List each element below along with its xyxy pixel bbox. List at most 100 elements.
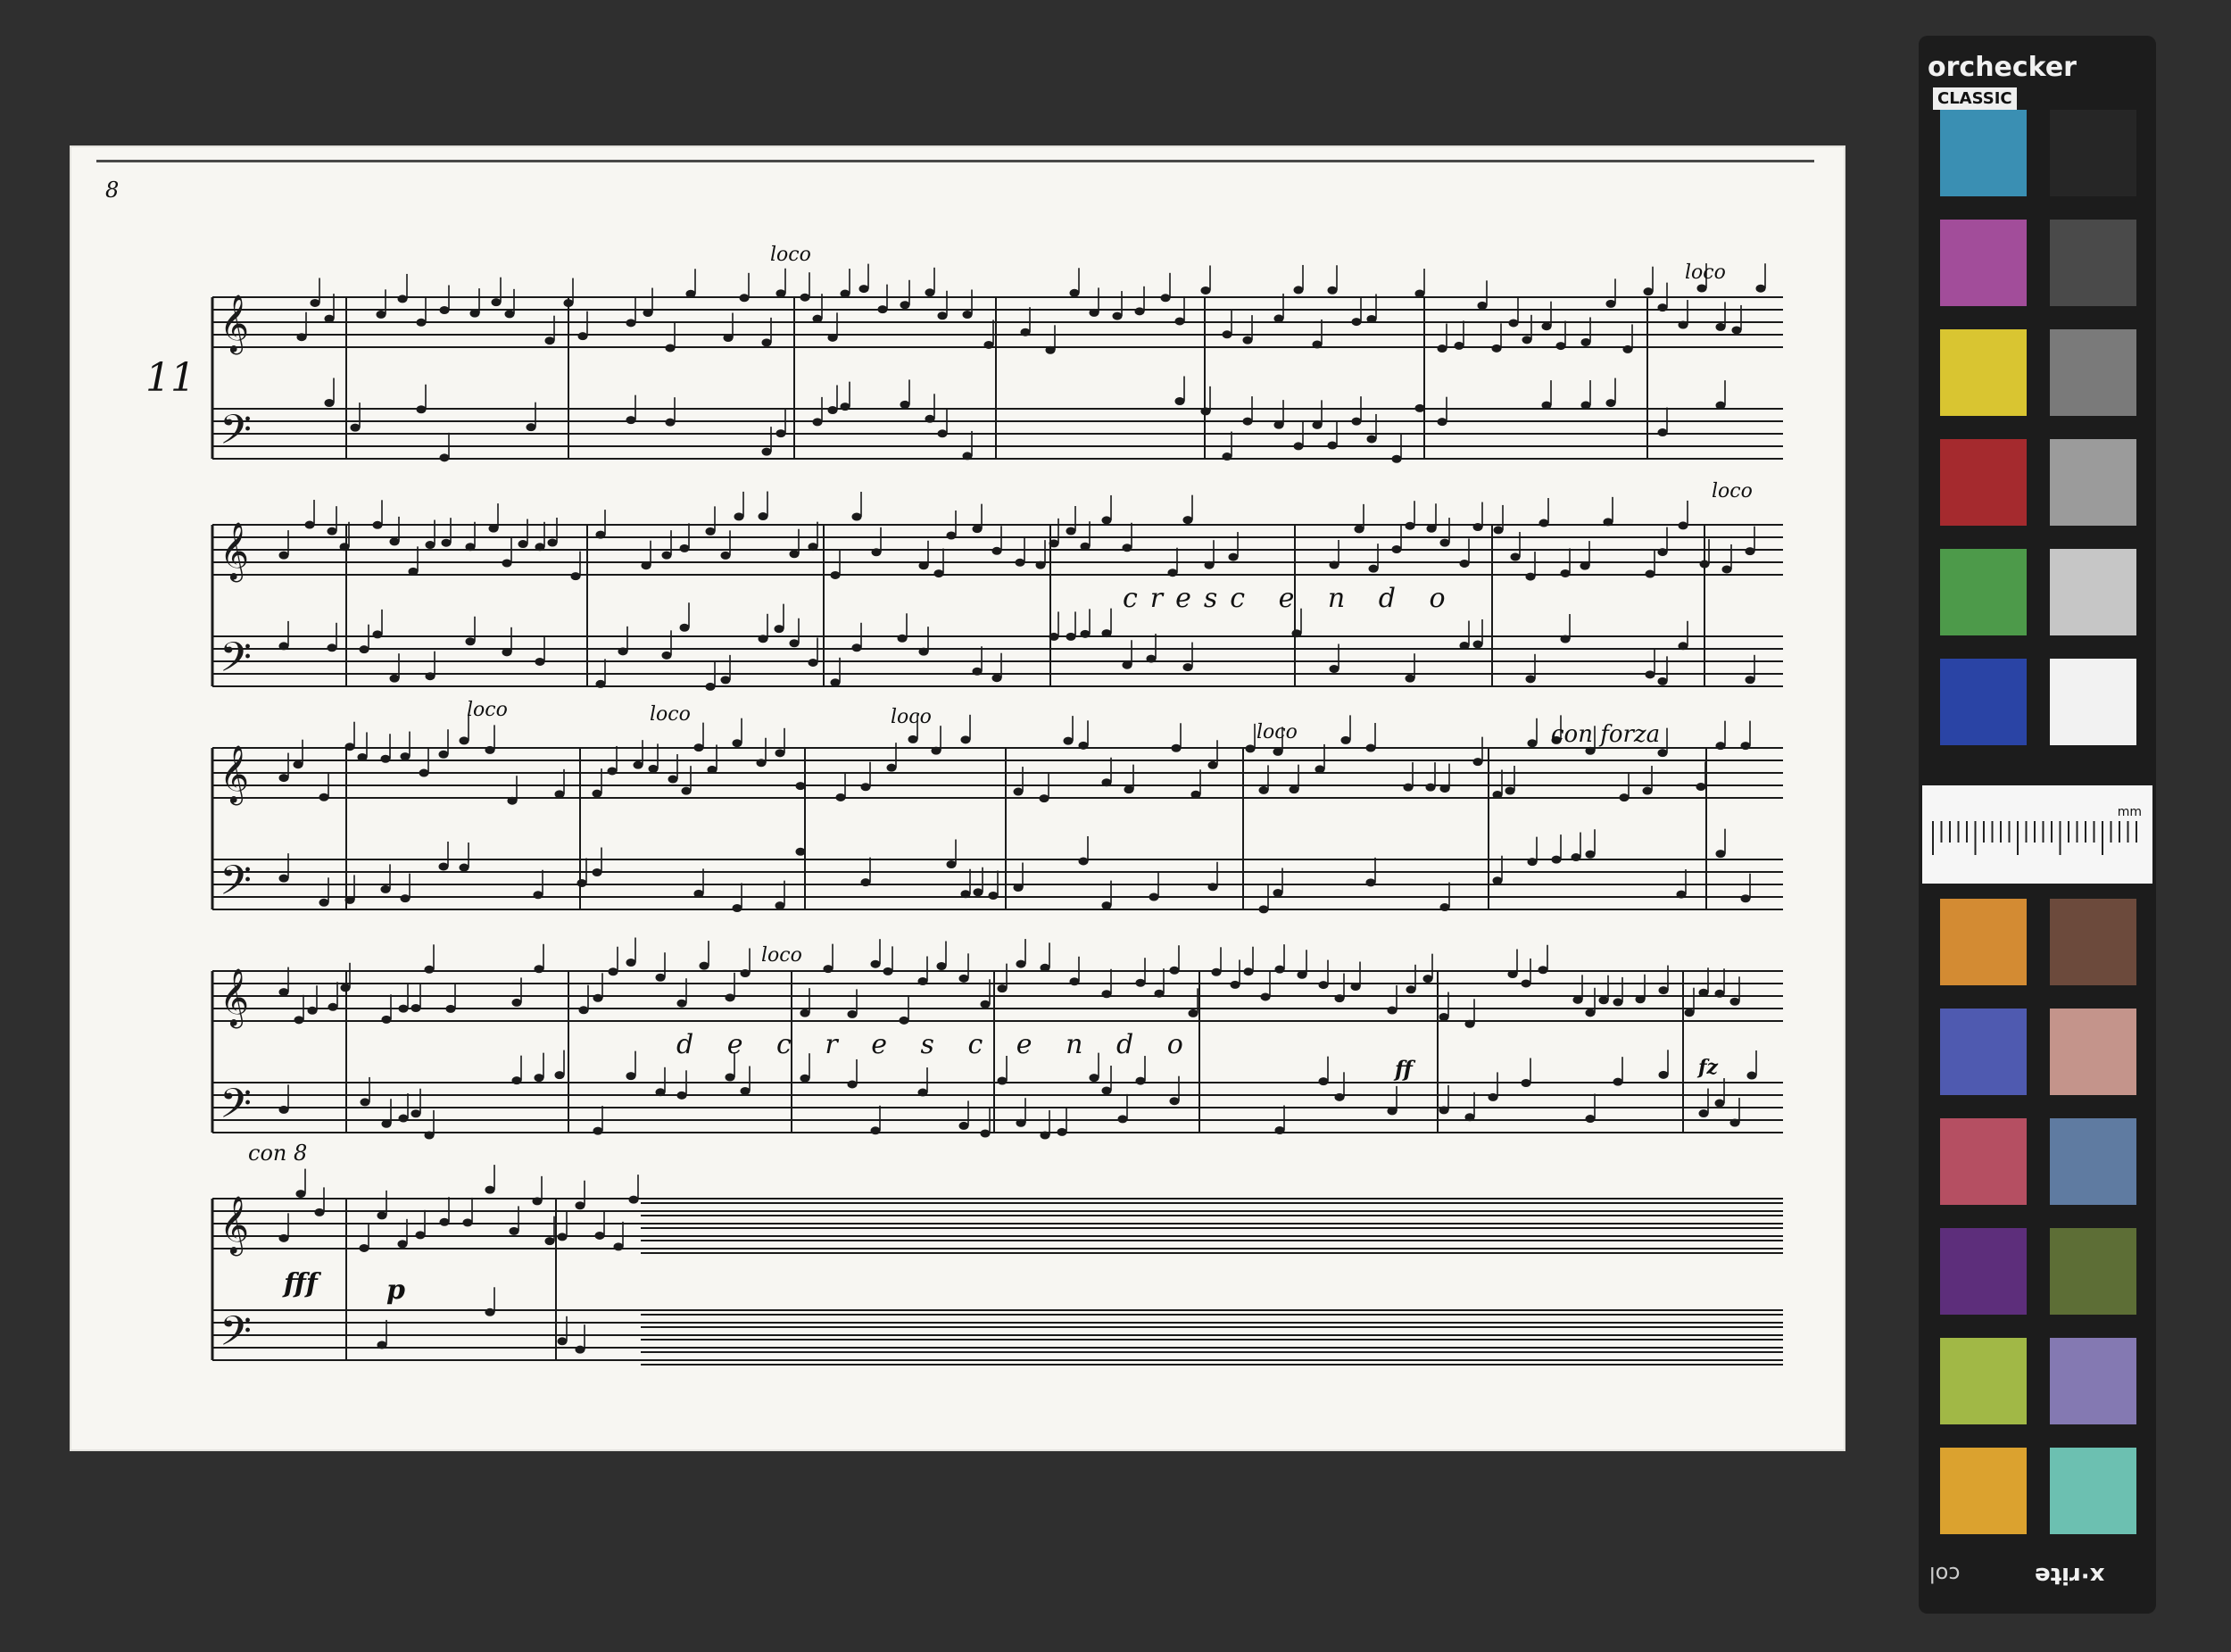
notehead [917, 976, 928, 985]
notehead [858, 285, 869, 294]
notehead [1273, 420, 1284, 429]
notehead [725, 1073, 735, 1082]
notehead [1340, 735, 1351, 744]
notehead [1414, 289, 1425, 298]
notehead [594, 1231, 605, 1240]
notehead [1135, 1076, 1146, 1085]
margin-number: 11 [145, 355, 195, 401]
notehead [1755, 284, 1766, 293]
color-patch [1940, 1118, 2027, 1205]
treble-clef: 𝄞 [220, 522, 249, 582]
notehead [962, 452, 973, 461]
notehead [775, 429, 786, 438]
notehead [840, 403, 850, 411]
notehead [488, 524, 499, 533]
notehead [1222, 330, 1232, 339]
notehead [294, 1016, 304, 1025]
loco-marking: loco [770, 244, 811, 266]
notehead [1406, 985, 1416, 994]
notehead [1101, 516, 1112, 525]
notehead [899, 1016, 909, 1025]
notehead [469, 309, 480, 318]
notehead [812, 418, 823, 427]
notehead [1439, 1106, 1449, 1115]
notehead [319, 793, 329, 801]
notehead [462, 1218, 473, 1227]
notehead [626, 959, 636, 967]
notehead [425, 672, 435, 681]
notehead [1699, 560, 1710, 569]
notehead [1315, 765, 1325, 774]
notehead [1472, 640, 1483, 649]
notehead [1049, 632, 1059, 641]
notehead [665, 344, 676, 353]
notehead [278, 988, 289, 997]
notehead [1069, 288, 1080, 297]
notehead [1658, 1070, 1669, 1079]
notehead [661, 651, 672, 660]
notehead [1715, 322, 1726, 331]
notehead [485, 745, 495, 754]
notehead [665, 418, 676, 427]
notehead [681, 786, 692, 795]
notehead [739, 294, 750, 303]
notehead [1491, 344, 1502, 353]
notehead [997, 984, 1008, 993]
notehead [618, 647, 628, 656]
notehead [465, 543, 476, 552]
notehead [1746, 1071, 1757, 1080]
notehead [1112, 311, 1123, 320]
notehead [398, 1114, 409, 1123]
color-patch [2050, 1448, 2136, 1534]
notehead [1678, 521, 1688, 530]
notehead [775, 749, 785, 758]
notehead [1020, 328, 1031, 336]
notehead [1745, 676, 1755, 685]
notehead [1439, 538, 1450, 547]
notehead [526, 423, 536, 432]
notehead [1169, 1097, 1180, 1106]
notehead [847, 1080, 858, 1089]
notehead [1714, 989, 1725, 998]
notehead [563, 299, 574, 308]
notehead [293, 760, 303, 769]
notehead [439, 1217, 450, 1226]
notehead [1439, 784, 1450, 793]
notehead [441, 538, 452, 547]
notehead [1211, 967, 1222, 976]
notehead [576, 879, 587, 888]
notehead [679, 544, 690, 552]
notehead [835, 793, 846, 801]
notehead [991, 546, 1002, 555]
notehead [1297, 970, 1307, 979]
notehead [350, 423, 361, 432]
color-patch [2050, 110, 2136, 196]
loco-marking: loco [1712, 480, 1753, 502]
notehead [1101, 1086, 1112, 1095]
notehead [851, 512, 862, 521]
color-patch [2050, 549, 2136, 635]
notehead [459, 863, 469, 872]
notehead [795, 847, 806, 856]
notehead [877, 305, 888, 314]
notehead [445, 1004, 456, 1013]
notehead [278, 774, 289, 783]
notehead [676, 1091, 687, 1100]
notehead [958, 974, 969, 983]
notehead [511, 1076, 522, 1085]
notehead [1089, 308, 1099, 317]
notehead [1439, 1013, 1449, 1022]
notehead [278, 1233, 289, 1242]
notehead [870, 1126, 881, 1135]
notehead [1405, 521, 1415, 530]
notehead [485, 1185, 495, 1194]
notehead [1571, 853, 1581, 862]
notehead [973, 888, 983, 897]
notehead [544, 1237, 555, 1246]
loco-marking: loco [1685, 261, 1726, 284]
notehead [1040, 1131, 1050, 1140]
notehead [381, 1119, 392, 1128]
score-staves: 𝄞 𝄢 𝄞 𝄢 𝄞 𝄢 𝄞 𝄢 𝄞 𝄢 [211, 263, 1783, 1366]
notehead [304, 520, 315, 529]
notehead [307, 1006, 318, 1015]
